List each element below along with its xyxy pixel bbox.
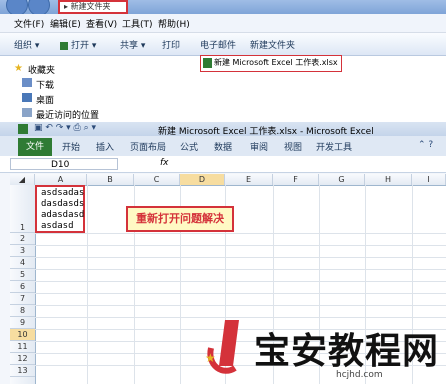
quick-access-icons[interactable]: ▣ ↶ ↷ ▾ ⎙ ⌕ ▾ (34, 123, 96, 133)
row-header[interactable]: 1 (10, 185, 35, 233)
column-header[interactable]: H (365, 174, 412, 185)
excel-icon (60, 41, 68, 50)
tab-insert[interactable]: 插入 (96, 140, 114, 153)
organize-button[interactable]: 组织 ▾ (14, 38, 39, 51)
menu-edit[interactable]: 编辑(E) (50, 17, 81, 30)
explorer-nav-buttons (0, 0, 60, 16)
column-header[interactable]: G (319, 174, 365, 185)
gridline (35, 269, 446, 270)
tab-formulas[interactable]: 公式 (180, 140, 198, 153)
row-header[interactable]: 10 (10, 329, 35, 341)
row-header[interactable]: 3 (10, 245, 35, 257)
gridline (35, 257, 446, 258)
download-icon (22, 78, 32, 87)
gridline (35, 245, 446, 246)
watermark-logo: ★ (205, 318, 251, 378)
excel-file-icon (203, 57, 212, 68)
row-header[interactable]: 6 (10, 281, 35, 293)
gridline (35, 233, 446, 234)
nav-downloads[interactable]: 下载 (36, 78, 54, 91)
new-folder-button[interactable]: 新建文件夹 (250, 38, 295, 51)
fx-icon[interactable]: fx (160, 158, 169, 168)
gridline (87, 185, 88, 384)
tab-file[interactable]: 文件 (18, 138, 52, 156)
column-header[interactable]: F (273, 174, 319, 185)
row-header[interactable]: 12 (10, 353, 35, 365)
column-header[interactable]: A (35, 174, 87, 185)
row-header[interactable]: 8 (10, 305, 35, 317)
row-header[interactable]: 9 (10, 317, 35, 329)
explorer-menu-bar: 文件(F) 编辑(E) 查看(V) 工具(T) 帮助(H) (0, 14, 446, 33)
row-header[interactable]: 4 (10, 257, 35, 269)
address-segment: 新建文件夹 (70, 2, 111, 11)
row-headers: 1 2 3 4 5 6 7 8 9 10 11 12 13 (10, 185, 36, 384)
watermark-url: hcjhd.com (336, 370, 383, 380)
excel-title-bar: ▣ ↶ ↷ ▾ ⎙ ⌕ ▾ 新建 Microsoft Excel 工作表.xls… (0, 122, 446, 137)
file-name: 新建 Microsoft Excel 工作表.xlsx (214, 58, 338, 67)
address-bar[interactable]: ▸ 新建文件夹 (58, 0, 128, 14)
help-icon[interactable]: ⌃ ? (418, 140, 433, 150)
print-button[interactable]: 打印 (162, 38, 180, 51)
star-icon: ★ (14, 63, 23, 74)
email-button[interactable]: 电子邮件 (200, 38, 236, 51)
tab-view[interactable]: 视图 (284, 140, 302, 153)
tab-data[interactable]: 数据 (214, 140, 232, 153)
tab-review[interactable]: 审阅 (250, 140, 268, 153)
row-header[interactable]: 5 (10, 269, 35, 281)
desktop-icon (22, 93, 32, 102)
column-header[interactable]: D (180, 174, 225, 185)
excel-app-icon (18, 124, 28, 134)
nav-desktop[interactable]: 桌面 (36, 93, 54, 106)
row-header[interactable]: 11 (10, 341, 35, 353)
column-header[interactable]: C (134, 174, 180, 185)
tab-developer[interactable]: 开发工具 (316, 140, 352, 153)
gridline (35, 281, 446, 282)
cell-a1-line: adasdasd (41, 210, 85, 220)
row-header[interactable]: 7 (10, 293, 35, 305)
recent-places-icon (22, 108, 32, 117)
menu-view[interactable]: 查看(V) (86, 17, 117, 30)
share-button[interactable]: 共享 ▾ (120, 38, 145, 51)
cell-a1-line: asdsadas (41, 188, 85, 198)
name-box[interactable]: D10 (10, 158, 118, 170)
excel-file-item[interactable]: 新建 Microsoft Excel 工作表.xlsx (200, 55, 342, 72)
select-all-corner[interactable]: ◢ (10, 174, 35, 185)
tab-page-layout[interactable]: 页面布局 (130, 140, 166, 153)
nav-recent[interactable]: 最近访问的位置 (36, 108, 99, 121)
open-button[interactable]: 打开 ▾ (60, 38, 96, 51)
menu-tools[interactable]: 工具(T) (122, 17, 153, 30)
explorer-toolbar: 组织 ▾ 打开 ▾ 共享 ▾ 打印 电子邮件 新建文件夹 (0, 33, 446, 56)
navigation-pane: ★ 收藏夹 下载 桌面 最近访问的位置 (0, 56, 195, 122)
menu-file[interactable]: 文件(F) (14, 17, 44, 30)
column-header[interactable]: E (225, 174, 273, 185)
svg-text:★: ★ (205, 351, 216, 365)
cell-a1-line: asdasd (41, 221, 74, 231)
cell-a1[interactable]: asdsadas dasdasds adasdasd asdasd (35, 185, 85, 233)
row-header[interactable]: 2 (10, 233, 35, 245)
column-header[interactable]: B (87, 174, 134, 185)
column-header[interactable]: I (412, 174, 446, 185)
nav-favorites[interactable]: 收藏夹 (28, 63, 55, 76)
annotation-callout: 重新打开问题解决 (126, 206, 234, 232)
gridline (35, 305, 446, 306)
watermark-text: 宝安教程网 (254, 330, 440, 372)
menu-help[interactable]: 帮助(H) (158, 17, 190, 30)
cell-a1-line: dasdasds (41, 199, 85, 209)
tab-home[interactable]: 开始 (62, 140, 80, 153)
gridline (35, 293, 446, 294)
row-header[interactable]: 13 (10, 365, 35, 377)
